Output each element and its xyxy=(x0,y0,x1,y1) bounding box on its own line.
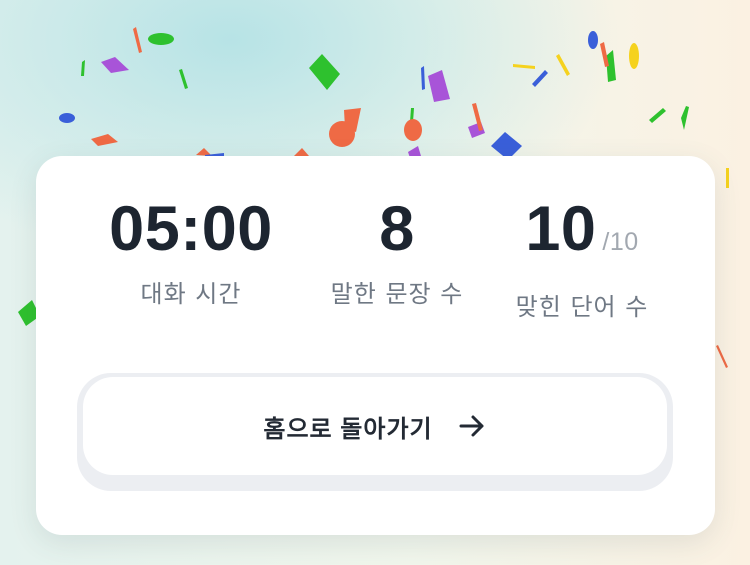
stat-value: 05:00 xyxy=(109,194,273,264)
stat-sentences-spoken: 8 말한 문장 수 xyxy=(297,186,497,312)
stat-correct-words: 10/10 맞힌 단어 수 xyxy=(482,186,682,325)
go-home-button-face[interactable]: 홈으로 돌아가기 xyxy=(83,377,667,475)
stat-value: 10/10 xyxy=(525,194,639,264)
result-card: 05:00 대화 시간 8 말한 문장 수 10/10 맞힌 단어 수 홈으로 … xyxy=(36,156,715,535)
stat-conversation-time: 05:00 대화 시간 xyxy=(91,186,291,312)
stat-total: /10 xyxy=(602,228,639,256)
stat-label: 맞힌 단어 수 xyxy=(515,293,649,321)
go-home-button[interactable]: 홈으로 돌아가기 xyxy=(77,373,673,491)
stat-label: 말한 문장 수 xyxy=(330,280,464,308)
go-home-label: 홈으로 돌아가기 xyxy=(263,415,433,443)
stat-label: 대화 시간 xyxy=(140,280,242,308)
stat-value: 8 xyxy=(379,194,415,264)
arrow-right-icon xyxy=(459,415,484,437)
